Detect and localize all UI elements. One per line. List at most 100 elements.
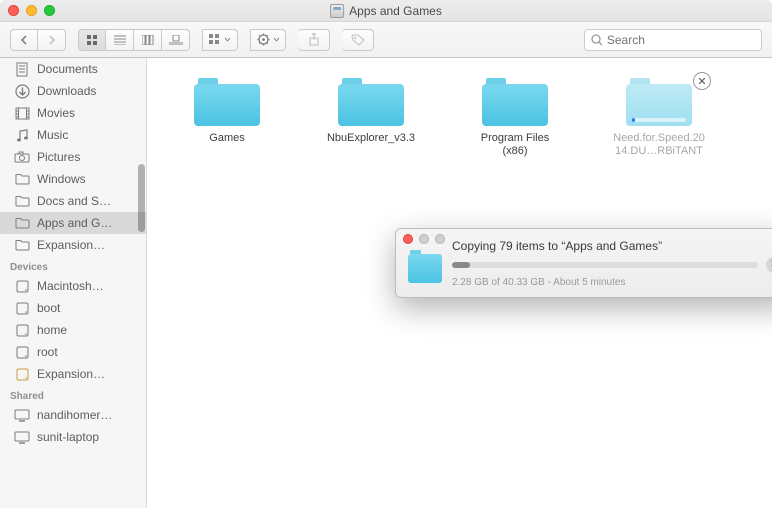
copy-dialog-title: Copying 79 items to “Apps and Games” — [452, 239, 772, 253]
forward-button[interactable] — [38, 29, 66, 51]
file-label: Program Files (x86) — [467, 132, 563, 158]
folder-icon — [14, 215, 30, 231]
movie-icon — [14, 105, 30, 121]
sidebar-item-label: Windows — [37, 172, 86, 186]
toolbar — [0, 22, 772, 58]
sidebar-item-pictures[interactable]: Pictures — [0, 146, 146, 168]
arrange-button[interactable] — [202, 29, 238, 51]
dialog-zoom-button — [435, 234, 445, 244]
file-item[interactable]: Program Files (x86) — [467, 76, 563, 158]
search-input[interactable] — [607, 33, 755, 47]
folder-icon — [194, 76, 260, 126]
file-item[interactable]: NbuExplorer_v3.3 — [323, 76, 419, 158]
close-window-button[interactable] — [8, 5, 19, 16]
nav-buttons — [10, 29, 66, 51]
sidebar-item-label: Expansion… — [37, 238, 105, 252]
sidebar-item-windows[interactable]: Windows — [0, 168, 146, 190]
file-item[interactable]: ✕Need.for.Speed.2014.DU…RBiTANT — [611, 76, 707, 158]
folder-icon — [408, 249, 442, 283]
dialog-minimize-button — [419, 234, 429, 244]
window-title: Apps and Games — [349, 4, 442, 18]
share-button[interactable] — [298, 29, 330, 51]
zoom-window-button[interactable] — [44, 5, 55, 16]
sidebar: Documents Downloads Movies Music Pictures Win… — [0, 58, 147, 508]
titlebar: Apps and Games — [0, 0, 772, 22]
sidebar-item-music[interactable]: Music — [0, 124, 146, 146]
folder-icon — [626, 76, 692, 126]
dialog-close-button[interactable] — [403, 234, 413, 244]
share-icon — [308, 33, 320, 46]
folder-icon — [338, 76, 404, 126]
hdd-icon — [14, 300, 30, 316]
sidebar-item-label: nandihomer… — [37, 408, 112, 422]
search-field[interactable] — [584, 29, 762, 51]
hdd-icon — [14, 322, 30, 338]
folder-icon — [14, 237, 30, 253]
music-icon — [14, 127, 30, 143]
sidebar-item-downloads[interactable]: Downloads — [0, 80, 146, 102]
tags-button[interactable] — [342, 29, 374, 51]
window-controls — [8, 5, 55, 16]
progress-bar — [452, 262, 758, 268]
scrollbar-thumb[interactable] — [138, 164, 145, 232]
screen-icon — [14, 429, 30, 445]
list-view-button[interactable] — [106, 29, 134, 51]
action-button[interactable] — [250, 29, 286, 51]
sidebar-item-sunit-laptop[interactable]: sunit-laptop — [0, 426, 146, 448]
sidebar-item-label: Pictures — [37, 150, 80, 164]
content-area: Games NbuExplorer_v3.3 Program Files (x86)… — [147, 58, 772, 508]
sidebar-item-nandihomer[interactable]: nandihomer… — [0, 404, 146, 426]
folder-icon — [14, 193, 30, 209]
minimize-window-button[interactable] — [26, 5, 37, 16]
folder-icon — [14, 171, 30, 187]
sidebar-item-label: sunit-laptop — [37, 430, 99, 444]
sidebar-item-label: root — [37, 345, 58, 359]
sidebar-item-label: home — [37, 323, 67, 337]
sidebar-item-root[interactable]: root — [0, 341, 146, 363]
screen-icon — [14, 407, 30, 423]
volume-icon — [330, 4, 344, 18]
camera-icon — [14, 149, 30, 165]
folder-icon — [482, 76, 548, 126]
sidebar-item-apps-and-g[interactable]: Apps and G… — [0, 212, 146, 234]
sidebar-item-macintosh[interactable]: Macintosh… — [0, 275, 146, 297]
coverflow-view-button[interactable] — [162, 29, 190, 51]
action-group — [250, 29, 286, 51]
sidebar-item-label: Downloads — [37, 84, 96, 98]
hdd-icon — [14, 344, 30, 360]
file-label: Games — [209, 132, 244, 145]
sidebar-header: Shared — [0, 385, 146, 404]
back-button[interactable] — [10, 29, 38, 51]
chevron-down-icon — [273, 37, 280, 42]
view-buttons — [78, 29, 190, 51]
sidebar-item-label: Expansion… — [37, 367, 105, 381]
window-title-container: Apps and Games — [330, 4, 442, 18]
copy-progress-dialog: Copying 79 items to “Apps and Games” ✕ 2… — [395, 228, 772, 298]
sidebar-item-expansion[interactable]: Expansion… — [0, 363, 146, 385]
column-view-button[interactable] — [134, 29, 162, 51]
sidebar-item-label: Docs and S… — [37, 194, 111, 208]
sidebar-item-label: Apps and G… — [37, 216, 112, 230]
file-label: Need.for.Speed.2014.DU…RBiTANT — [611, 132, 707, 158]
sidebar-item-boot[interactable]: boot — [0, 297, 146, 319]
tag-icon — [351, 34, 365, 46]
sidebar-item-label: Movies — [37, 106, 75, 120]
sidebar-header: Devices — [0, 256, 146, 275]
file-item[interactable]: Games — [179, 76, 275, 158]
sidebar-item-movies[interactable]: Movies — [0, 102, 146, 124]
sidebar-item-label: boot — [37, 301, 60, 315]
search-icon — [591, 34, 602, 46]
cancel-copy-button[interactable]: ✕ — [766, 257, 772, 273]
chevron-down-icon — [224, 37, 231, 42]
arrange-group — [202, 29, 238, 51]
hdd-icon — [14, 278, 30, 294]
sidebar-item-documents[interactable]: Documents — [0, 58, 146, 80]
sidebar-item-home[interactable]: home — [0, 319, 146, 341]
sidebar-item-docs-and-s[interactable]: Docs and S… — [0, 190, 146, 212]
file-label: NbuExplorer_v3.3 — [327, 132, 415, 145]
icon-view-button[interactable] — [78, 29, 106, 51]
sidebar-item-label: Documents — [37, 62, 98, 76]
gear-icon — [257, 33, 270, 46]
sidebar-item-expansion[interactable]: Expansion… — [0, 234, 146, 256]
cancel-item-button[interactable]: ✕ — [693, 72, 711, 90]
